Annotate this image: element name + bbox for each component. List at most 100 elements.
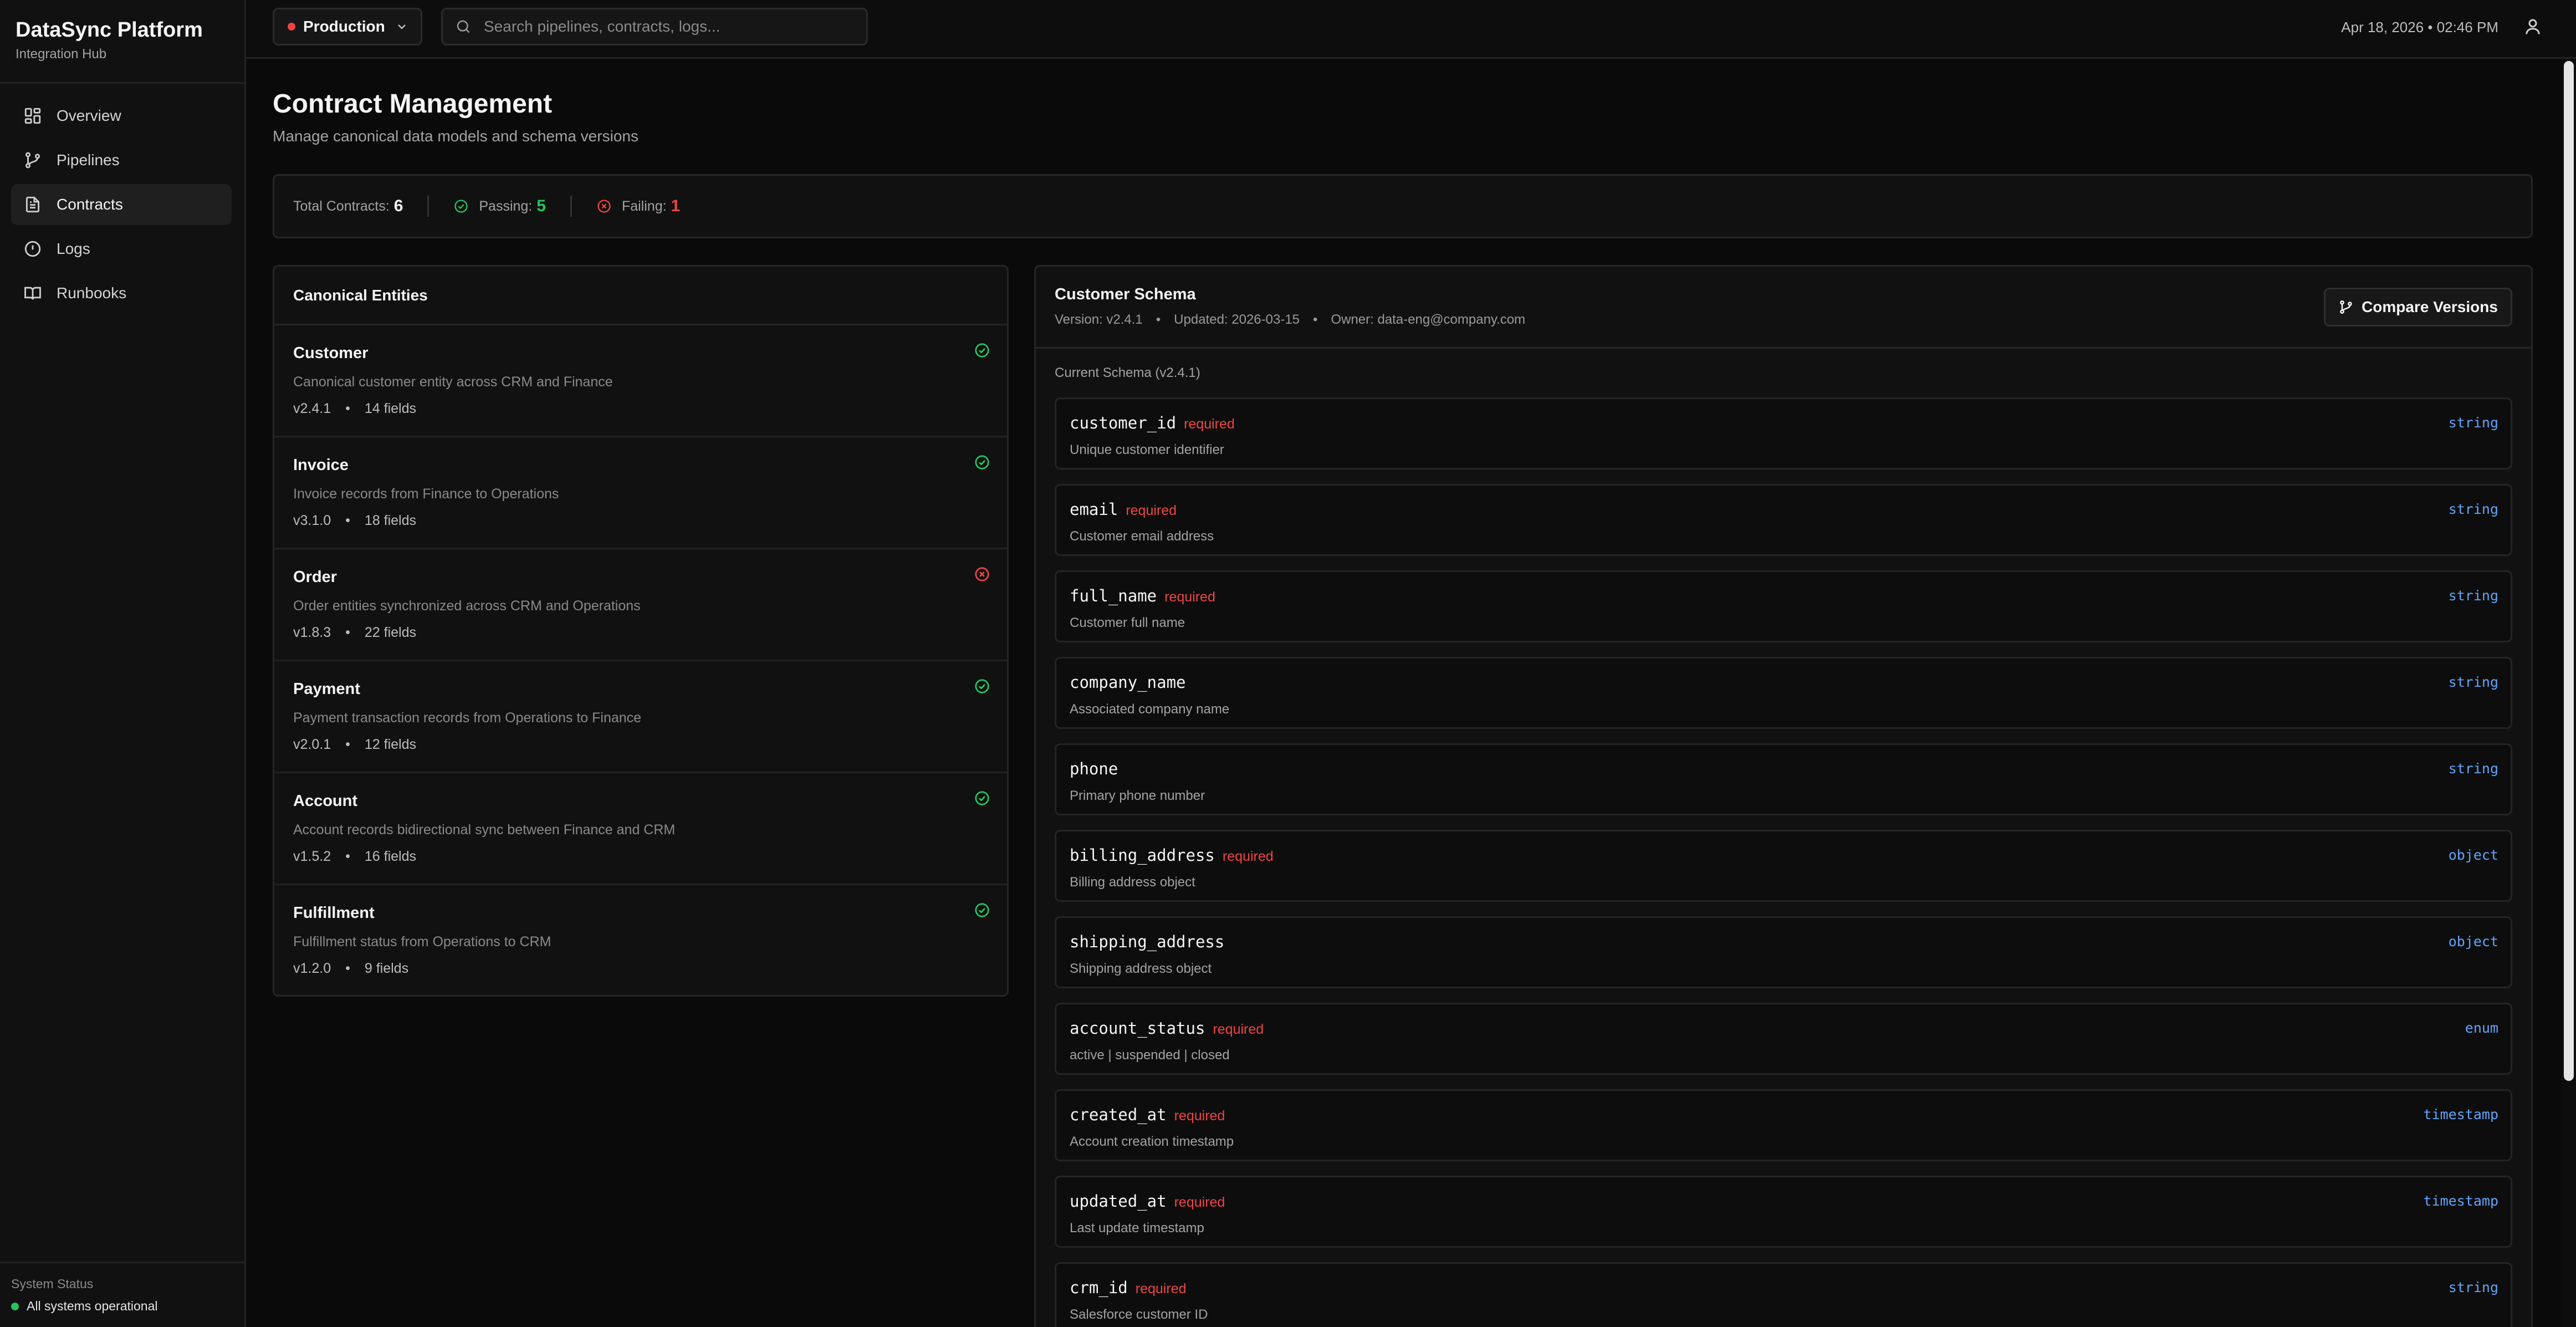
- entity-name: Invoice: [293, 456, 349, 474]
- field-required-badge: required: [1222, 849, 1274, 864]
- user-menu-button[interactable]: [2523, 17, 2543, 37]
- sidebar-item-runbooks[interactable]: Runbooks: [11, 273, 232, 314]
- entity-name: Fulfillment: [293, 904, 375, 922]
- schema-field-row[interactable]: crm_id required Salesforce customer ID stri…: [1055, 1262, 2512, 1327]
- field-name: email: [1070, 500, 1118, 519]
- sidebar-item-label: Overview: [57, 107, 121, 124]
- field-required-badge: required: [1213, 1022, 1264, 1037]
- stat-total: Total Contracts: 6: [293, 197, 403, 216]
- entity-row-account[interactable]: Account Account records bidirectional syn…: [274, 773, 1007, 885]
- field-name-wrap: phone: [1070, 759, 1118, 778]
- entity-version: v1.8.3: [293, 625, 331, 640]
- panel-title: Canonical Entities: [274, 267, 1007, 325]
- entity-name: Customer: [293, 344, 369, 362]
- system-status: System Status All systems operational: [0, 1262, 246, 1327]
- environment-dot-icon: [288, 23, 295, 30]
- field-description: active | suspended | closed: [1070, 1048, 1230, 1063]
- field-description: Account creation timestamp: [1070, 1134, 1234, 1149]
- field-name-wrap: company_name: [1070, 673, 1186, 692]
- stat-passing-label: Passing:: [479, 198, 533, 214]
- schema-field-row[interactable]: created_at required Account creation times…: [1055, 1089, 2512, 1161]
- system-status-text: All systems operational: [27, 1299, 158, 1313]
- entity-row-customer[interactable]: Customer Canonical customer entity across…: [274, 325, 1007, 437]
- field-name: customer_id: [1070, 414, 1177, 432]
- field-description: Customer email address: [1070, 529, 1214, 544]
- entity-meta: v2.4.1 • 14 fields: [293, 401, 416, 416]
- check-circle-icon: [975, 455, 989, 469]
- field-name: phone: [1070, 759, 1118, 778]
- check-circle-icon: [975, 679, 989, 693]
- entity-status-passing: [974, 678, 990, 695]
- entity-field-count: 12 fields: [364, 737, 416, 752]
- field-type: string: [2448, 1279, 2498, 1295]
- field-description: Last update timestamp: [1070, 1221, 1204, 1236]
- field-name-wrap: billing_address required: [1070, 846, 1274, 865]
- field-required-badge: required: [1126, 503, 1177, 518]
- field-description: Associated company name: [1070, 702, 1230, 717]
- current-schema-label: Current Schema (v2.4.1): [1055, 365, 1200, 380]
- stat-passing-value: 5: [536, 197, 546, 215]
- entity-row-payment[interactable]: Payment Payment transaction records from …: [274, 661, 1007, 773]
- system-status-label: System Status: [11, 1277, 94, 1291]
- entity-status-passing: [974, 454, 990, 471]
- x-circle-icon: [597, 200, 611, 213]
- schema-field-row[interactable]: shipping_address Shipping address object o…: [1055, 916, 2512, 988]
- search-placeholder: Search pipelines, contracts, logs...: [484, 18, 720, 35]
- schema-field-row[interactable]: billing_address required Billing address o…: [1055, 830, 2512, 902]
- sidebar-item-label: Logs: [57, 240, 90, 257]
- entity-field-count: 14 fields: [364, 401, 416, 416]
- field-name-wrap: customer_id required: [1070, 414, 1235, 432]
- schema-field-row[interactable]: account_status required active | suspended…: [1055, 1003, 2512, 1075]
- entity-field-count: 18 fields: [364, 513, 416, 528]
- x-circle-icon: [975, 567, 989, 581]
- sidebar-item-overview[interactable]: Overview: [11, 95, 232, 136]
- schema-field-row[interactable]: updated_at required Last update timestamp t…: [1055, 1176, 2512, 1248]
- field-type: string: [2448, 415, 2498, 431]
- check-circle-icon: [975, 343, 989, 358]
- sidebar-item-logs[interactable]: Logs: [11, 228, 232, 269]
- field-name: updated_at: [1070, 1192, 1167, 1211]
- compare-versions-button[interactable]: Compare Versions: [2324, 288, 2512, 326]
- user-icon: [2526, 19, 2540, 34]
- field-type: timestamp: [2423, 1106, 2498, 1122]
- search-input[interactable]: Search pipelines, contracts, logs...: [441, 8, 868, 45]
- entity-field-count: 9 fields: [364, 961, 409, 976]
- schema-field-row[interactable]: email required Customer email address strin…: [1055, 484, 2512, 556]
- contract-stats: Total Contracts: 6 Passing: 5 Failing: 1: [273, 174, 2533, 238]
- sidebar-item-contracts[interactable]: Contracts: [11, 184, 232, 225]
- field-type: string: [2448, 761, 2498, 777]
- environment-selector[interactable]: Production: [273, 8, 422, 45]
- entity-meta: v1.2.0 • 9 fields: [293, 961, 409, 976]
- field-required-badge: required: [1174, 1195, 1225, 1210]
- stat-failing: Failing: 1: [596, 197, 680, 216]
- sidebar-item-label: Pipelines: [57, 151, 120, 169]
- app-title: DataSync Platform: [16, 18, 203, 42]
- field-name: crm_id: [1070, 1278, 1128, 1297]
- scrollbar-thumb[interactable]: [2564, 61, 2574, 1081]
- entity-field-count: 22 fields: [364, 625, 416, 640]
- schema-field-row[interactable]: phone Primary phone number string: [1055, 743, 2512, 815]
- sidebar-nav: Overview Pipelines Contracts Logs Runboo…: [11, 95, 232, 317]
- sidebar-item-label: Contracts: [57, 196, 123, 213]
- sidebar-item-pipelines[interactable]: Pipelines: [11, 140, 232, 181]
- field-type: object: [2448, 847, 2498, 863]
- schema-field-row[interactable]: customer_id required Unique customer ident…: [1055, 397, 2512, 469]
- entity-row-invoice[interactable]: Invoice Invoice records from Finance to O…: [274, 437, 1007, 549]
- schema-field-row[interactable]: company_name Associated company name strin…: [1055, 657, 2512, 729]
- entity-description: Account records bidirectional sync betwe…: [293, 822, 676, 838]
- entity-status-passing: [974, 790, 990, 807]
- status-dot-icon: [11, 1302, 19, 1310]
- chevron-down-icon: [397, 24, 406, 29]
- stat-divider: [427, 196, 430, 217]
- check-circle-icon: [975, 903, 989, 917]
- git-branch-icon: [25, 152, 40, 169]
- entity-row-fulfillment[interactable]: Fulfillment Fulfillment status from Opera…: [274, 885, 1007, 995]
- schema-field-row[interactable]: full_name required Customer full name strin…: [1055, 570, 2512, 642]
- field-required-badge: required: [1164, 589, 1215, 605]
- field-name-wrap: crm_id required: [1070, 1278, 1187, 1297]
- alert-circle-icon: [24, 241, 41, 257]
- entity-description: Invoice records from Finance to Operatio…: [293, 486, 559, 502]
- field-name-wrap: updated_at required: [1070, 1192, 1225, 1211]
- entity-row-order[interactable]: Order Order entities synchronized across …: [274, 549, 1007, 661]
- field-name-wrap: email required: [1070, 500, 1177, 519]
